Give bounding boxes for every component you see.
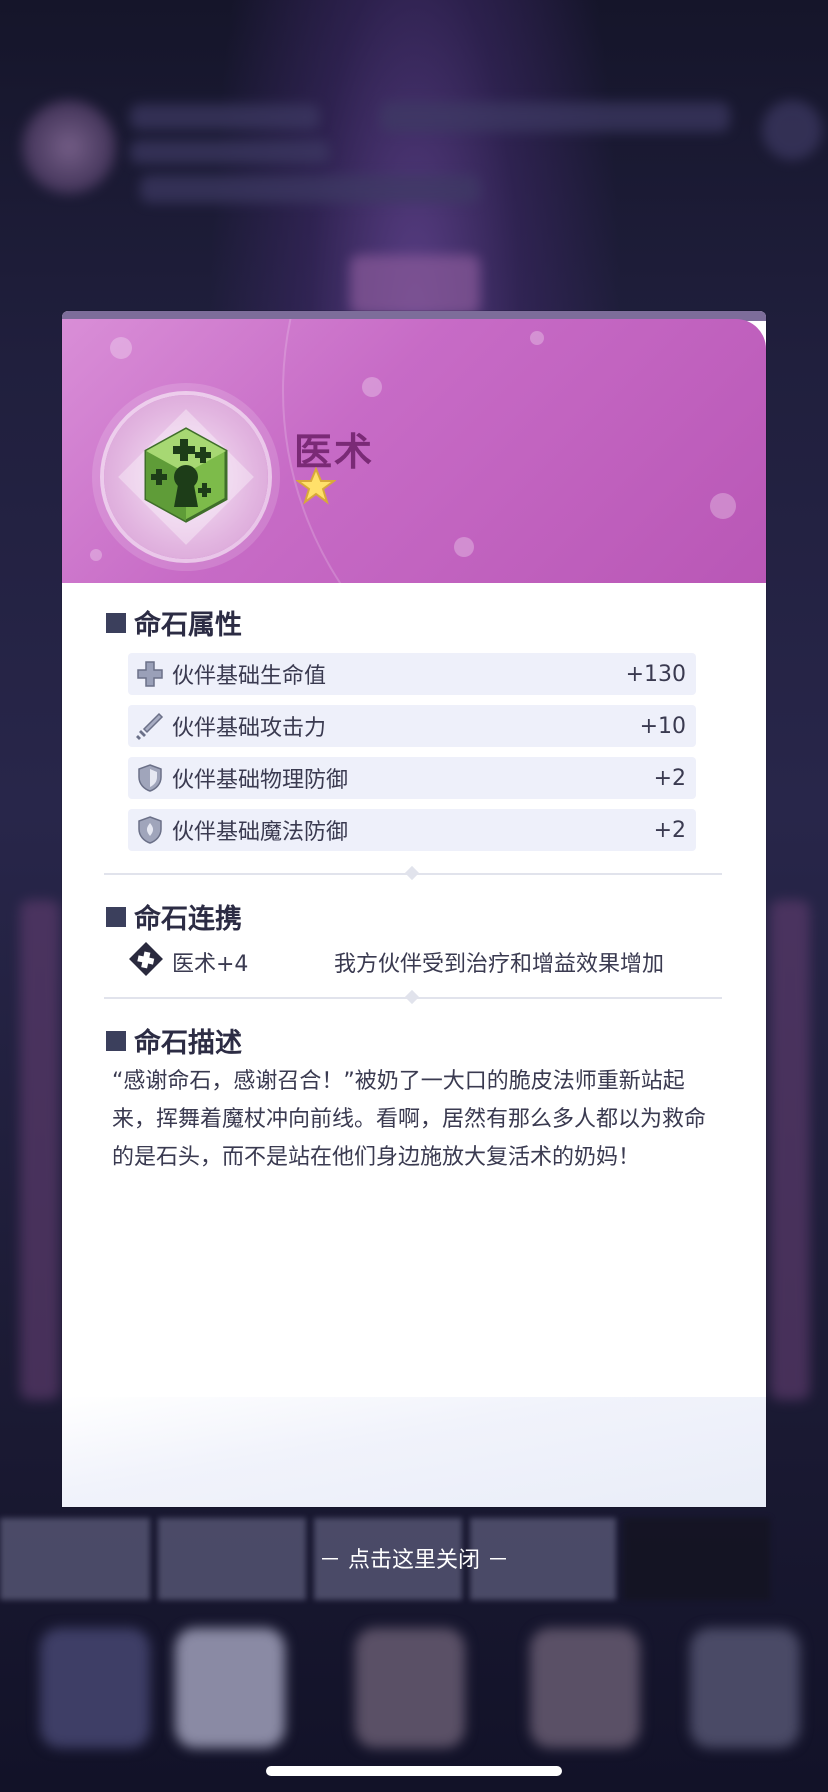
close-dialog-button[interactable]: － 点击这里关闭 － bbox=[0, 1542, 828, 1574]
attributes-section-title: 命石属性 bbox=[106, 603, 242, 642]
header-bubble bbox=[90, 549, 102, 561]
sword-icon bbox=[132, 708, 168, 744]
background-nav-item bbox=[175, 1628, 285, 1748]
section-title-text: 命石描述 bbox=[134, 1028, 242, 1059]
attribute-name: 伙伴基础攻击力 bbox=[172, 716, 327, 741]
header-bubble bbox=[710, 493, 736, 519]
header-bubble bbox=[454, 537, 474, 557]
section-marker bbox=[106, 906, 126, 927]
divider-ornament bbox=[404, 989, 420, 1005]
background-bar bbox=[130, 140, 330, 164]
background-nav-item bbox=[40, 1628, 150, 1748]
header-bubble bbox=[362, 377, 382, 397]
section-title-text: 命石属性 bbox=[134, 610, 242, 641]
background-nav-item bbox=[355, 1628, 465, 1748]
attribute-value: +130 bbox=[625, 661, 686, 687]
section-title-text: 命石连携 bbox=[134, 904, 242, 935]
link-stone-icon bbox=[128, 941, 164, 983]
link-effect-row: 医术+4 我方伙伴受到治疗和增益效果增加 bbox=[128, 942, 748, 982]
section-divider bbox=[104, 865, 722, 881]
healing-gem-icon bbox=[144, 427, 228, 523]
background-bar bbox=[350, 255, 480, 315]
section-marker bbox=[106, 1030, 126, 1051]
background-bar bbox=[762, 100, 822, 160]
background-bar bbox=[20, 900, 60, 1400]
rarity-star-icon bbox=[296, 467, 336, 505]
attribute-row: 伙伴基础物理防御 +2 bbox=[128, 757, 696, 799]
link-effect-text: 我方伙伴受到治疗和增益效果增加 bbox=[334, 952, 665, 977]
magic-shield-icon bbox=[132, 812, 168, 848]
background-bar bbox=[380, 102, 730, 132]
dialog-bottom-decoration bbox=[62, 1397, 766, 1507]
background-bar bbox=[130, 104, 320, 130]
shield-icon bbox=[132, 760, 168, 796]
description-section-title: 命石描述 bbox=[106, 1021, 242, 1060]
item-emblem bbox=[104, 395, 268, 559]
health-cross-icon bbox=[132, 656, 168, 692]
section-divider bbox=[104, 989, 722, 1005]
background-nav-item bbox=[690, 1628, 800, 1748]
home-indicator[interactable] bbox=[266, 1766, 562, 1776]
background-nav-item bbox=[530, 1628, 640, 1748]
attribute-row: 伙伴基础魔法防御 +2 bbox=[128, 809, 696, 851]
attribute-value: +2 bbox=[653, 765, 686, 791]
section-marker bbox=[106, 612, 126, 633]
fate-stone-detail-dialog: 医术 命石属性 伙伴基础生命值 +130 伙伴基础攻击力 +10 伙伴基础物理防… bbox=[62, 311, 766, 1507]
attribute-value: +2 bbox=[653, 817, 686, 843]
background-bar bbox=[140, 175, 480, 203]
header-bubble bbox=[110, 337, 132, 359]
dialog-header: 医术 bbox=[62, 319, 766, 583]
divider-ornament bbox=[404, 865, 420, 881]
background-bar bbox=[770, 900, 810, 1400]
background-avatar bbox=[22, 100, 116, 194]
attribute-name: 伙伴基础物理防御 bbox=[172, 768, 349, 793]
attribute-name: 伙伴基础魔法防御 bbox=[172, 820, 349, 845]
attribute-row: 伙伴基础攻击力 +10 bbox=[128, 705, 696, 747]
description-text: “感谢命石，感谢召合！”被奶了一大口的脆皮法师重新站起来，挥舞着魔杖冲向前线。看… bbox=[112, 1069, 707, 1170]
attribute-value: +10 bbox=[639, 713, 686, 739]
attribute-name: 伙伴基础生命值 bbox=[172, 664, 327, 689]
header-bubble bbox=[530, 331, 544, 345]
attribute-row: 伙伴基础生命值 +130 bbox=[128, 653, 696, 695]
link-section-title: 命石连携 bbox=[106, 897, 242, 936]
link-name: 医术+4 bbox=[172, 952, 249, 977]
